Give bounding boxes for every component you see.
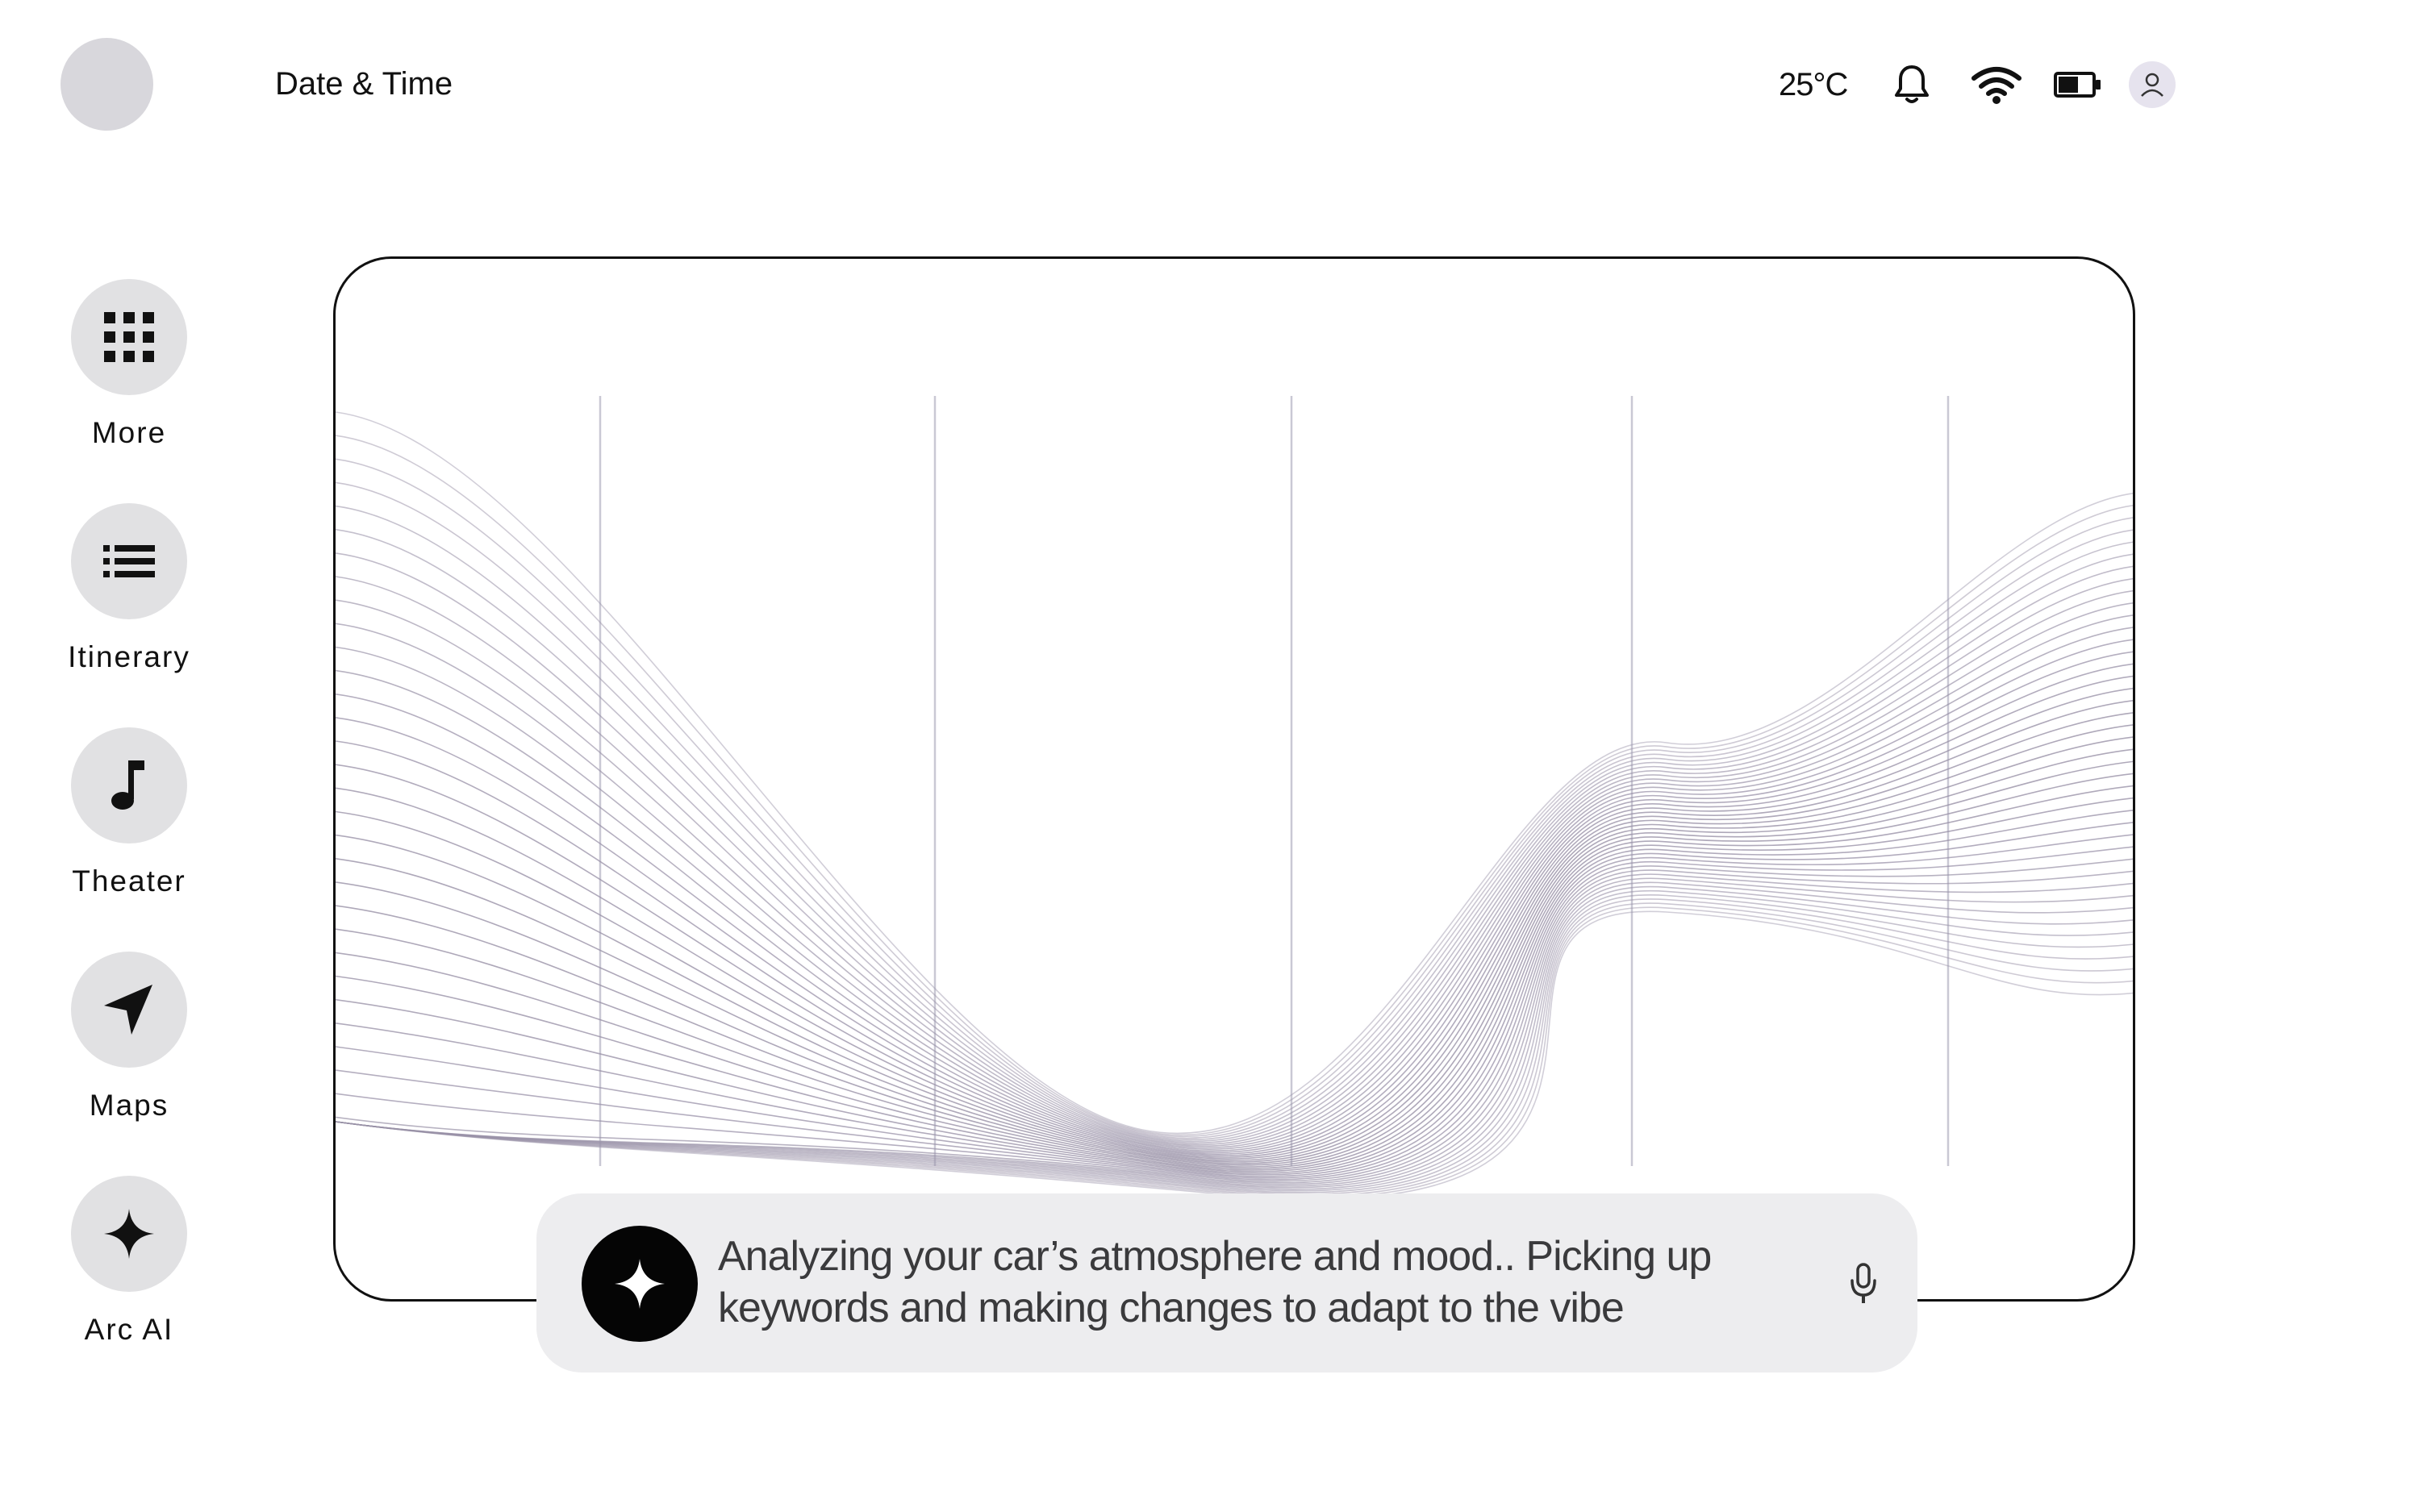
list-icon	[103, 545, 155, 577]
grid-icon	[104, 312, 154, 362]
sidebar-item-label: More	[91, 416, 167, 449]
wifi-icon[interactable]	[1964, 56, 2029, 113]
wave-line	[336, 663, 2133, 1156]
nav-button[interactable]	[71, 503, 187, 619]
wave-line	[336, 797, 2133, 1174]
battery-icon[interactable]	[2049, 56, 2107, 113]
date-time-label: Date & Time	[275, 66, 453, 102]
bell-icon[interactable]	[1888, 56, 1936, 113]
wave-line	[336, 411, 2133, 1135]
music-note-icon	[111, 760, 144, 810]
sidebar-item-theater[interactable]: Theater	[32, 727, 226, 898]
wave-line	[336, 505, 2133, 1141]
microphone-icon[interactable]	[1839, 1258, 1888, 1310]
car-dashboard: Date & Time 25°C More Itinerary Theater …	[0, 0, 2420, 1512]
profile-icon[interactable]	[2126, 56, 2178, 113]
wave-line	[336, 760, 2133, 1169]
sidebar-item-maps[interactable]: Maps	[32, 952, 226, 1123]
wave-line	[336, 869, 2133, 1184]
wave-line	[336, 785, 2133, 1173]
navigation-arrow-icon	[104, 985, 152, 1035]
ambient-visualizer-card	[333, 256, 2135, 1302]
nav-button[interactable]	[71, 952, 187, 1068]
temperature-readout: 25°C	[1779, 66, 1848, 102]
logo-avatar[interactable]	[60, 38, 153, 131]
sidebar-item-label: Itinerary	[68, 640, 190, 673]
ai-assistant-button[interactable]	[582, 1226, 698, 1342]
sidebar-item-label: Arc AI	[84, 1313, 174, 1346]
nav-button[interactable]	[71, 727, 187, 843]
sparkle-icon	[615, 1259, 665, 1309]
ai-status-message: Analyzing your car’s atmosphere and mood…	[718, 1233, 1712, 1331]
sidebar-item-itinerary[interactable]: Itinerary	[32, 503, 226, 674]
nav-button[interactable]	[71, 279, 187, 395]
wave-visualization	[336, 396, 2133, 1200]
sparkle-icon	[104, 1209, 154, 1259]
wave-line	[336, 736, 2133, 1166]
wave-line	[336, 481, 2133, 1139]
wave-line	[336, 773, 2133, 1171]
sidebar-item-arc-ai[interactable]: Arc AI	[32, 1176, 226, 1347]
ai-prompt-bar[interactable]: Analyzing your car’s atmosphere and mood…	[536, 1193, 1917, 1372]
wave-line	[336, 528, 2133, 1143]
wave-line	[336, 639, 2133, 1153]
sidebar-item-label: Theater	[72, 864, 186, 898]
wave-line	[336, 576, 2133, 1146]
sidebar-item-label: Maps	[89, 1089, 169, 1122]
sidebar-item-more[interactable]: More	[32, 279, 226, 450]
nav-button[interactable]	[71, 1176, 187, 1292]
wave-line	[336, 435, 2133, 1136]
